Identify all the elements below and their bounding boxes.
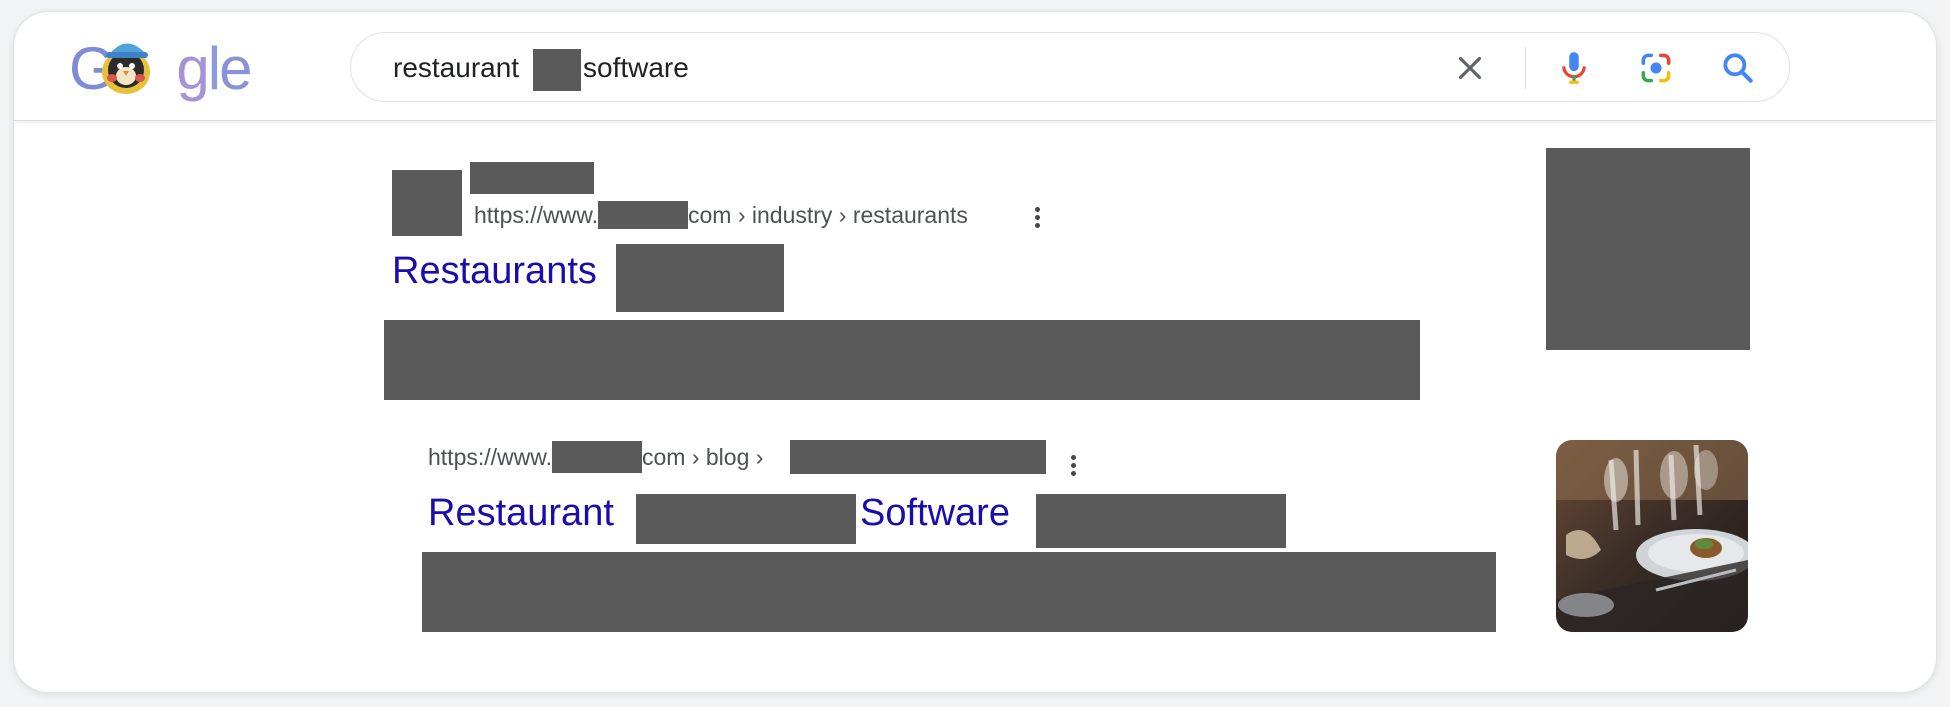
search-results-card: Google restaurant software [14,12,1936,692]
doodle-mascot-icon [102,43,150,94]
result-title-link[interactable]: Restaurant [428,492,614,535]
redacted-block [533,49,581,91]
result-url-path: com › blog › [641,444,764,470]
result-url[interactable]: https://www. com › industry › restaurants [474,200,968,229]
redacted-url-slug [790,440,1046,474]
header-bar: Google restaurant software [14,12,1936,121]
redacted-snippet [422,552,1496,632]
result-title-link-mid[interactable]: Software [860,492,1010,535]
result-url[interactable]: https://www. com › blog › [428,440,764,473]
result-url-prefix: https://www. [474,202,598,228]
search-box-divider [1525,47,1526,89]
redacted-favicon [392,170,462,236]
result-title-text-mid: Software [860,492,1010,534]
redacted-domain [597,200,688,229]
restaurant-thumbnail-image[interactable] [1556,440,1748,632]
close-icon[interactable] [1451,49,1489,87]
redacted-thumbnail [1546,148,1750,350]
redacted-title-part [1036,494,1286,548]
result-title-link[interactable]: Restaurants [392,250,597,293]
redacted-site-name [470,162,594,194]
redacted-title-part [616,244,784,312]
search-box[interactable]: restaurant software [350,32,1790,102]
more-options-icon[interactable] [1068,452,1078,484]
result-title-text-start: Restaurant [428,492,614,534]
result-title-text: Restaurants [392,250,597,292]
result-url-prefix: https://www. [428,444,552,470]
result-url-path: com › industry › restaurants [687,202,968,228]
search-icon[interactable] [1719,49,1757,87]
redacted-title-part [636,494,856,544]
search-query-text-start[interactable]: restaurant [393,33,519,103]
more-options-icon[interactable] [1032,204,1042,236]
redacted-snippet [384,320,1420,400]
redacted-domain [551,440,642,473]
microphone-icon[interactable] [1555,49,1593,87]
lens-camera-icon[interactable] [1637,49,1675,87]
search-query-text-end[interactable]: software [583,33,689,103]
